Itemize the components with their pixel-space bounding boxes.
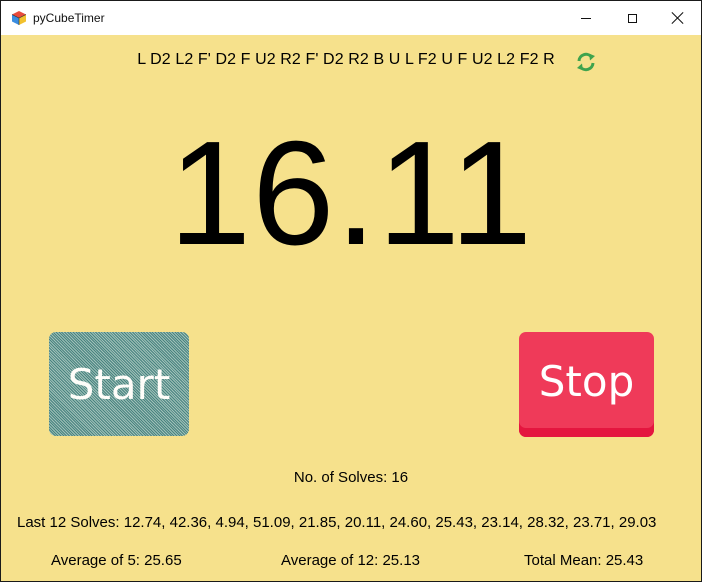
maximize-button[interactable] <box>609 1 655 35</box>
rubiks-cube-icon <box>11 11 27 25</box>
timer-display: 16.11 <box>168 111 534 276</box>
app-window: pyCubeTimer L D2 L2 F' D2 F U2 R2 F' D2 … <box>0 0 702 582</box>
stop-button[interactable]: Stop <box>519 332 654 437</box>
maximize-icon <box>627 13 637 23</box>
start-button[interactable]: Start <box>49 332 189 436</box>
scramble-text: L D2 L2 F' D2 F U2 R2 F' D2 R2 B U L F2 … <box>137 51 555 68</box>
close-button[interactable] <box>655 1 701 35</box>
refresh-icon[interactable] <box>575 52 597 72</box>
minimize-button[interactable] <box>563 1 609 35</box>
title-bar[interactable]: pyCubeTimer <box>1 1 701 35</box>
window-title: pyCubeTimer <box>33 11 105 25</box>
average-of-5: Average of 5: 25.65 <box>51 552 182 569</box>
close-icon <box>672 12 684 24</box>
total-mean: Total Mean: 25.43 <box>524 552 644 569</box>
solves-count: No. of Solves: 16 <box>293 469 409 486</box>
last-solves-list: Last 12 Solves: 12.74, 42.36, 4.94, 51.0… <box>17 514 657 531</box>
average-of-12: Average of 12: 25.13 <box>281 552 420 569</box>
minimize-icon <box>581 17 591 19</box>
window-controls <box>563 1 701 35</box>
